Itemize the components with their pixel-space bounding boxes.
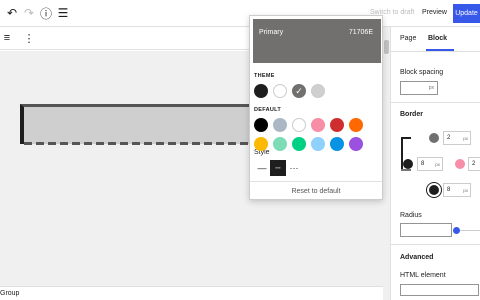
border-top-width-input[interactable]: 2 px [443, 131, 471, 145]
default-color-swatch[interactable] [349, 137, 363, 151]
breadcrumb-item[interactable]: Group [0, 290, 19, 297]
redo-icon[interactable]: ↷ [21, 5, 37, 21]
default-color-swatch[interactable] [254, 118, 268, 132]
check-icon: ✓ [295, 85, 303, 96]
scrollbar-thumb[interactable] [384, 40, 389, 54]
theme-color-swatch[interactable] [254, 84, 268, 98]
radius-slider-thumb[interactable] [453, 227, 460, 234]
section-divider [391, 244, 480, 245]
align-icon[interactable]: ≡ [0, 31, 14, 45]
default-color-swatch[interactable] [273, 118, 287, 132]
default-colors-label: DEFAULT [254, 107, 282, 113]
sidebar-scrollbar[interactable] [383, 27, 390, 300]
border-right-color-dot[interactable] [455, 159, 465, 169]
details-info-icon[interactable]: ⓘ [38, 5, 54, 21]
default-color-swatch[interactable] [330, 137, 344, 151]
default-color-swatch[interactable] [292, 118, 306, 132]
theme-color-swatch[interactable] [273, 84, 287, 98]
border-bottom-width-input[interactable]: 8 px [443, 183, 471, 197]
html-element-select[interactable] [400, 284, 479, 296]
reset-to-default-button[interactable]: Reset to default [250, 181, 382, 201]
border-top-color-dot[interactable] [429, 133, 439, 143]
default-color-swatch[interactable] [349, 118, 363, 132]
theme-color-swatch[interactable]: ✓ [292, 84, 306, 98]
tab-page[interactable]: Page [400, 35, 416, 42]
radius-label: Radius [400, 212, 422, 219]
border-preview-top [401, 137, 411, 139]
theme-color-swatch[interactable] [311, 84, 325, 98]
block-spacing-input[interactable]: px [400, 81, 438, 95]
selected-color-hex: 71706E [348, 29, 373, 36]
border-style-dashed-button[interactable]: ┄ [270, 160, 286, 176]
tabs-divider [391, 51, 480, 52]
selected-color-preview[interactable]: Primary 71706E [253, 19, 381, 63]
block-breadcrumb: Group [0, 286, 390, 300]
tab-block[interactable]: Block [428, 35, 447, 42]
border-color-popover: Primary 71706E THEME DEFAULT Style — ┄ ·… [249, 15, 383, 200]
preview-button[interactable]: Preview [422, 9, 447, 16]
section-divider [391, 102, 480, 103]
more-options-icon[interactable]: ⋮ [22, 31, 36, 45]
default-color-swatch[interactable] [254, 137, 268, 151]
selected-color-name: Primary [259, 29, 284, 36]
border-bottom-color-dot[interactable] [429, 185, 439, 195]
editor-header: ↶ ↷ ⓘ ☰ Switch to draft Preview Update [0, 0, 480, 27]
default-color-swatch[interactable] [330, 118, 344, 132]
settings-sidebar: Page Block Block spacing px Border 2 px 8… [390, 27, 480, 300]
default-color-swatch[interactable] [311, 137, 325, 151]
radius-input[interactable] [400, 223, 452, 237]
default-color-swatch[interactable] [311, 118, 325, 132]
default-color-swatch[interactable] [292, 137, 306, 151]
update-button[interactable]: Update [453, 4, 480, 23]
border-label: Border [400, 111, 423, 118]
border-left-color-dot[interactable] [403, 159, 413, 169]
border-style-solid-button[interactable]: — [254, 160, 270, 176]
border-preview-bottom [401, 169, 411, 171]
html-element-label: HTML element [400, 272, 446, 279]
theme-colors-label: THEME [254, 73, 275, 79]
border-style-dotted-button[interactable]: ··· [286, 160, 302, 176]
border-left-width-input[interactable]: 8 px [417, 157, 443, 171]
advanced-section-toggle[interactable]: Advanced [400, 254, 433, 261]
list-view-icon[interactable]: ☰ [55, 5, 71, 21]
block-spacing-label: Block spacing [400, 69, 444, 76]
default-color-swatch[interactable] [273, 137, 287, 151]
border-right-width-input[interactable]: 2 [468, 157, 480, 171]
undo-icon[interactable]: ↶ [4, 5, 20, 21]
